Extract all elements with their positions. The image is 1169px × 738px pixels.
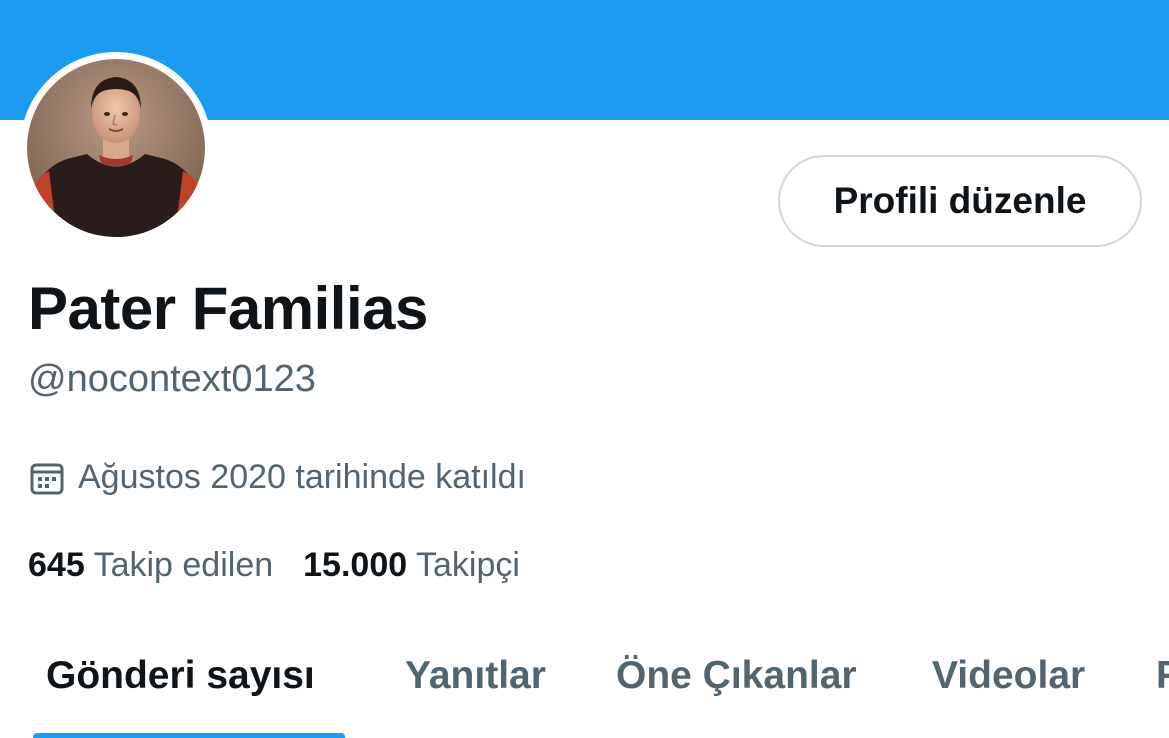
tab-videos[interactable]: Videolar xyxy=(932,654,1085,698)
following-link[interactable]: 645 Takip edilen xyxy=(28,546,273,585)
followers-count: 15.000 xyxy=(303,546,408,584)
followers-label: Takipçi xyxy=(415,546,520,584)
user-handle: @nocontext0123 xyxy=(28,358,316,400)
follow-stats: 645 Takip edilen 15.000 Takipçi xyxy=(28,546,550,585)
joined-date-row: Ağustos 2020 tarihinde katıldı xyxy=(28,458,526,497)
joined-date-text: Ağustos 2020 tarihinde katıldı xyxy=(78,458,526,496)
avatar[interactable] xyxy=(20,52,212,244)
tab-replies[interactable]: Yanıtlar xyxy=(405,654,546,698)
edit-profile-button[interactable]: Profili düzenle xyxy=(778,155,1142,247)
avatar-portrait-image xyxy=(27,59,205,237)
active-tab-indicator xyxy=(33,733,345,738)
followers-link[interactable]: 15.000 Takipçi xyxy=(303,546,520,585)
tab-posts[interactable]: Gönderi sayısı xyxy=(46,654,315,698)
following-count: 645 xyxy=(28,546,85,584)
profile-tabs: Gönderi sayısı Yanıtlar Öne Çıkanlar Vid… xyxy=(0,640,1169,738)
following-label: Takip edilen xyxy=(93,546,274,584)
calendar-icon xyxy=(28,459,66,497)
tab-photos-partial[interactable]: F xyxy=(1156,654,1169,698)
tab-highlights[interactable]: Öne Çıkanlar xyxy=(616,654,857,698)
profile-page: Profili düzenle Pater Familias @nocontex… xyxy=(0,0,1169,738)
display-name: Pater Familias xyxy=(28,275,428,342)
